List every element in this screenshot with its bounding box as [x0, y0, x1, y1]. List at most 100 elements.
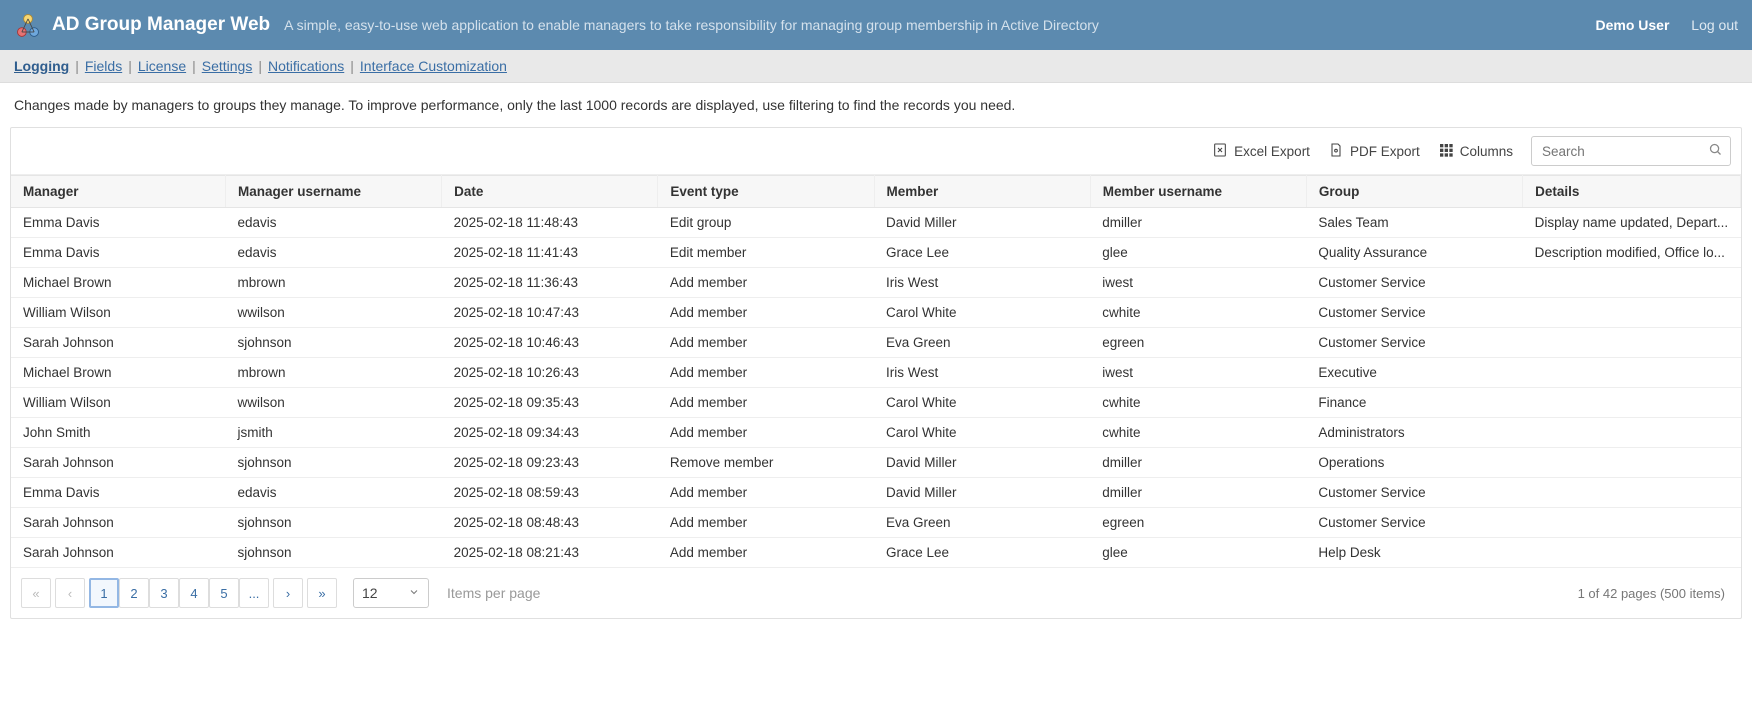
- cell-group: Administrators: [1306, 418, 1522, 448]
- cell-group: Customer Service: [1306, 478, 1522, 508]
- table-row[interactable]: Michael Brownmbrown2025-02-18 10:26:43Ad…: [11, 358, 1741, 388]
- cell-member: Eva Green: [874, 328, 1090, 358]
- pager-page-button[interactable]: 1: [89, 578, 119, 608]
- cell-event: Add member: [658, 268, 874, 298]
- column-header[interactable]: Group: [1306, 176, 1522, 208]
- table-row[interactable]: Michael Brownmbrown2025-02-18 11:36:43Ad…: [11, 268, 1741, 298]
- nav-link-settings[interactable]: Settings: [202, 58, 253, 74]
- table-row[interactable]: Emma Davisedavis2025-02-18 11:48:43Edit …: [11, 208, 1741, 238]
- cell-member_user: cwhite: [1090, 388, 1306, 418]
- pdf-export-button[interactable]: PDF Export: [1328, 142, 1420, 161]
- cell-details: [1523, 538, 1741, 568]
- nav-link-logging[interactable]: Logging: [14, 58, 69, 74]
- search-input[interactable]: [1531, 136, 1731, 166]
- nav-separator: |: [258, 58, 262, 74]
- table-header-row: ManagerManager usernameDateEvent typeMem…: [11, 176, 1741, 208]
- table-row[interactable]: Sarah Johnsonsjohnson2025-02-18 08:48:43…: [11, 508, 1741, 538]
- column-header[interactable]: Member: [874, 176, 1090, 208]
- pdf-icon: [1328, 142, 1344, 161]
- nav-separator: |: [350, 58, 354, 74]
- column-header[interactable]: Manager: [11, 176, 225, 208]
- table-row[interactable]: Emma Davisedavis2025-02-18 11:41:43Edit …: [11, 238, 1741, 268]
- cell-group: Finance: [1306, 388, 1522, 418]
- column-header[interactable]: Details: [1523, 176, 1741, 208]
- app-logo-icon: [14, 11, 42, 39]
- cell-details: Description modified, Office lo...: [1523, 238, 1741, 268]
- cell-event: Add member: [658, 328, 874, 358]
- nav-link-fields[interactable]: Fields: [85, 58, 122, 74]
- cell-date: 2025-02-18 11:36:43: [442, 268, 658, 298]
- table-row[interactable]: Sarah Johnsonsjohnson2025-02-18 08:21:43…: [11, 538, 1741, 568]
- table-row[interactable]: William Wilsonwwilson2025-02-18 09:35:43…: [11, 388, 1741, 418]
- cell-manager: Sarah Johnson: [11, 448, 225, 478]
- columns-icon: [1438, 142, 1454, 161]
- logout-link[interactable]: Log out: [1691, 17, 1738, 33]
- cell-manager: Sarah Johnson: [11, 538, 225, 568]
- cell-event: Remove member: [658, 448, 874, 478]
- pager-last-button[interactable]: »: [307, 578, 337, 608]
- cell-manager_user: sjohnson: [225, 448, 441, 478]
- cell-manager: William Wilson: [11, 298, 225, 328]
- cell-details: [1523, 298, 1741, 328]
- pager-page-button[interactable]: 4: [179, 578, 209, 608]
- table-row[interactable]: William Wilsonwwilson2025-02-18 10:47:43…: [11, 298, 1741, 328]
- pager-first-button[interactable]: «: [21, 578, 51, 608]
- cell-event: Add member: [658, 358, 874, 388]
- cell-member_user: dmiller: [1090, 448, 1306, 478]
- cell-member: Grace Lee: [874, 538, 1090, 568]
- cell-manager: William Wilson: [11, 388, 225, 418]
- columns-button[interactable]: Columns: [1438, 142, 1513, 161]
- cell-manager: Emma Davis: [11, 478, 225, 508]
- nav-link-license[interactable]: License: [138, 58, 186, 74]
- cell-manager: Michael Brown: [11, 268, 225, 298]
- table-row[interactable]: Sarah Johnsonsjohnson2025-02-18 09:23:43…: [11, 448, 1741, 478]
- cell-details: [1523, 388, 1741, 418]
- pager-page-button[interactable]: 3: [149, 578, 179, 608]
- cell-member: Iris West: [874, 358, 1090, 388]
- cell-date: 2025-02-18 08:59:43: [442, 478, 658, 508]
- cell-event: Add member: [658, 508, 874, 538]
- pager-ellipsis-button[interactable]: ...: [239, 578, 269, 608]
- intro-text: Changes made by managers to groups they …: [0, 83, 1752, 127]
- app-title: AD Group Manager Web: [52, 14, 270, 36]
- log-table: ManagerManager usernameDateEvent typeMem…: [11, 175, 1741, 568]
- user-link[interactable]: Demo User: [1595, 17, 1669, 33]
- cell-details: [1523, 328, 1741, 358]
- table-row[interactable]: Sarah Johnsonsjohnson2025-02-18 10:46:43…: [11, 328, 1741, 358]
- cell-manager_user: jsmith: [225, 418, 441, 448]
- chevron-down-icon: [408, 585, 420, 601]
- column-header[interactable]: Member username: [1090, 176, 1306, 208]
- excel-export-button[interactable]: Excel Export: [1212, 142, 1310, 161]
- table-row[interactable]: Emma Davisedavis2025-02-18 08:59:43Add m…: [11, 478, 1741, 508]
- table-row[interactable]: John Smithjsmith2025-02-18 09:34:43Add m…: [11, 418, 1741, 448]
- columns-label: Columns: [1460, 144, 1513, 159]
- pager-prev-button[interactable]: ‹: [55, 578, 85, 608]
- cell-manager_user: edavis: [225, 208, 441, 238]
- grid-footer: « ‹ 12345... › » 12 Items per page 1 of …: [11, 568, 1741, 618]
- cell-event: Add member: [658, 538, 874, 568]
- excel-icon: [1212, 142, 1228, 161]
- cell-member_user: cwhite: [1090, 298, 1306, 328]
- nav-link-notifications[interactable]: Notifications: [268, 58, 344, 74]
- page-size-select[interactable]: 12: [353, 578, 429, 608]
- cell-group: Help Desk: [1306, 538, 1522, 568]
- cell-member_user: cwhite: [1090, 418, 1306, 448]
- pager-page-button[interactable]: 2: [119, 578, 149, 608]
- column-header[interactable]: Event type: [658, 176, 874, 208]
- cell-manager: John Smith: [11, 418, 225, 448]
- pager-page-button[interactable]: 5: [209, 578, 239, 608]
- nav-link-interface-customization[interactable]: Interface Customization: [360, 58, 507, 74]
- cell-details: Display name updated, Depart...: [1523, 208, 1741, 238]
- cell-date: 2025-02-18 10:26:43: [442, 358, 658, 388]
- column-header[interactable]: Manager username: [225, 176, 441, 208]
- cell-details: [1523, 508, 1741, 538]
- cell-event: Add member: [658, 298, 874, 328]
- cell-details: [1523, 418, 1741, 448]
- cell-date: 2025-02-18 09:35:43: [442, 388, 658, 418]
- cell-member: Carol White: [874, 418, 1090, 448]
- column-header[interactable]: Date: [442, 176, 658, 208]
- cell-manager_user: edavis: [225, 238, 441, 268]
- page-size-value: 12: [362, 585, 378, 601]
- cell-member_user: iwest: [1090, 358, 1306, 388]
- pager-next-button[interactable]: ›: [273, 578, 303, 608]
